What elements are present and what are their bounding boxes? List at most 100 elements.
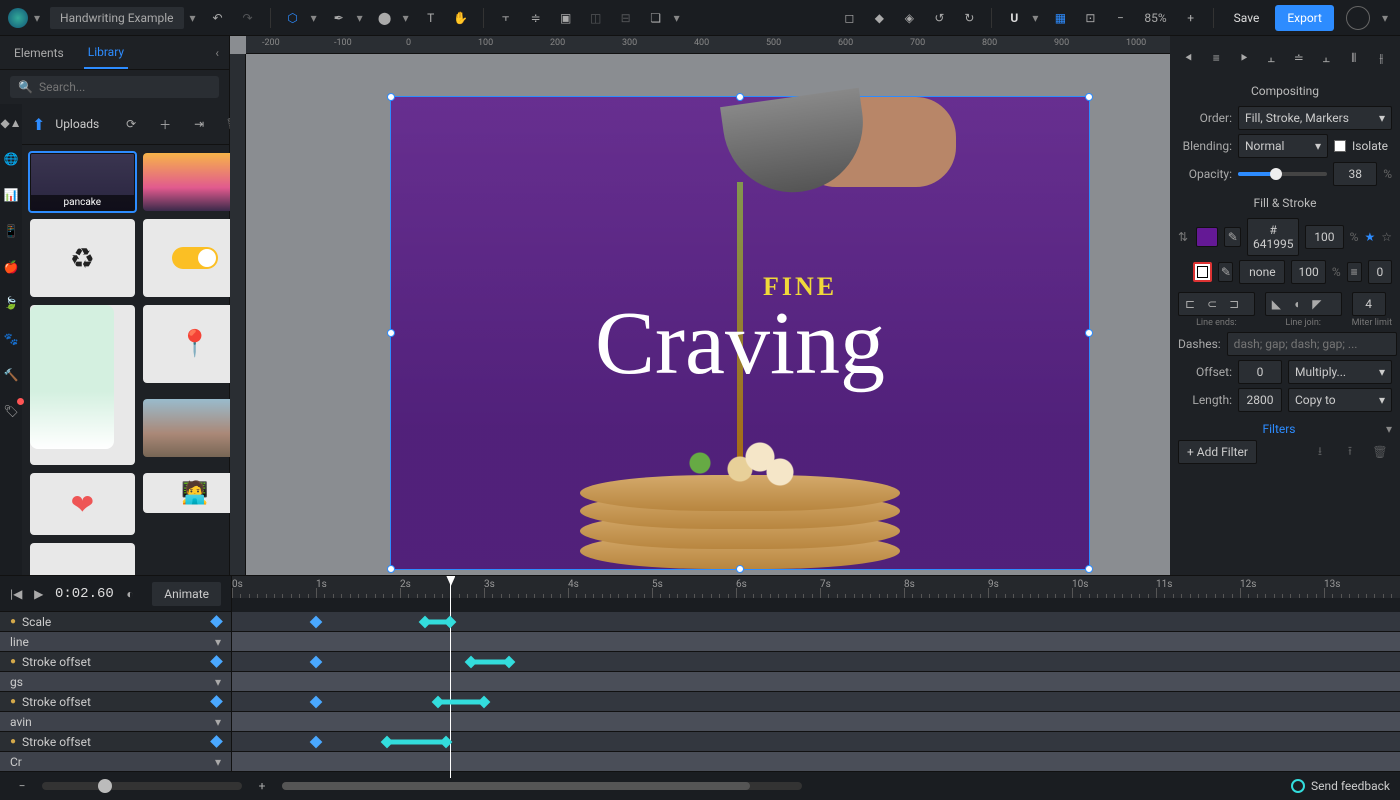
length-value[interactable]: 2800 bbox=[1238, 388, 1282, 412]
flip-h-icon[interactable]: ◆ bbox=[867, 6, 891, 30]
line-ends-group[interactable]: ⊏⊂⊐ bbox=[1178, 292, 1255, 316]
fill-picker-icon[interactable]: ✎ bbox=[1224, 227, 1241, 247]
dist-h-icon[interactable]: ⫴ bbox=[1343, 46, 1365, 70]
track-lane[interactable] bbox=[232, 692, 1400, 711]
track-label[interactable]: ●Stroke offset bbox=[0, 652, 232, 671]
zoom-out[interactable]: − bbox=[1108, 6, 1132, 30]
track-lane[interactable] bbox=[232, 652, 1400, 671]
handle-bl[interactable] bbox=[387, 565, 395, 573]
handle-r[interactable] bbox=[1085, 329, 1093, 337]
align-m2-icon[interactable]: ≐ bbox=[1288, 46, 1310, 70]
track-label[interactable]: gs▾ bbox=[0, 672, 232, 691]
order-select[interactable]: Fill, Stroke, Markers▾ bbox=[1238, 106, 1392, 130]
handle-tr[interactable] bbox=[1085, 93, 1093, 101]
pen-tool[interactable]: ✒ bbox=[327, 6, 351, 30]
add-icon[interactable]: ＋ bbox=[153, 112, 177, 136]
canvas-toggle[interactable]: ⊡ bbox=[1078, 6, 1102, 30]
loop-icon[interactable]: ◐ bbox=[124, 582, 136, 606]
export-button[interactable]: Export bbox=[1275, 5, 1334, 31]
collapse-left-icon[interactable]: ‹ bbox=[215, 46, 219, 60]
hzoom-in[interactable]: + bbox=[250, 774, 274, 798]
handle-tl[interactable] bbox=[387, 93, 395, 101]
crop-icon[interactable]: ◻ bbox=[837, 6, 861, 30]
unfav-icon[interactable]: ☆ bbox=[1381, 230, 1392, 244]
track-label[interactable]: ●Scale bbox=[0, 612, 232, 631]
stroke-value[interactable]: none bbox=[1239, 260, 1285, 284]
align-b2-icon[interactable]: ⫠ bbox=[1316, 46, 1338, 70]
track-lane[interactable] bbox=[232, 632, 1400, 651]
logo-menu-chevron[interactable]: ▾ bbox=[34, 11, 40, 25]
filename-input[interactable]: Handwriting Example bbox=[50, 7, 184, 29]
align-top[interactable]: ⫟ bbox=[494, 6, 518, 30]
stroke-pct[interactable]: 100 bbox=[1291, 260, 1325, 284]
length-mode[interactable]: Copy to▾ bbox=[1288, 388, 1392, 412]
search-input[interactable] bbox=[39, 80, 211, 94]
filter-down-icon[interactable]: ⭳ bbox=[1308, 440, 1332, 464]
cat-devices-icon[interactable]: 📱 bbox=[0, 220, 22, 242]
handle-br[interactable] bbox=[1085, 565, 1093, 573]
play-button[interactable]: ▶ bbox=[32, 582, 44, 606]
track-lane[interactable] bbox=[232, 732, 1400, 751]
keyframe-toggle[interactable] bbox=[210, 735, 223, 748]
upload-icon[interactable]: ⬆ bbox=[32, 115, 45, 134]
favorite-fill-icon[interactable]: ★ bbox=[1364, 230, 1375, 244]
text-tool[interactable]: T bbox=[419, 6, 443, 30]
zoom-level[interactable]: 85% bbox=[1144, 11, 1166, 25]
zoom-in[interactable]: + bbox=[1179, 6, 1203, 30]
cat-shapes-icon[interactable]: ◆▲ bbox=[0, 112, 22, 134]
app-logo[interactable] bbox=[8, 8, 28, 28]
track-label[interactable]: ●Stroke offset bbox=[0, 732, 232, 751]
dashes-input[interactable] bbox=[1227, 332, 1397, 356]
fill-pct[interactable]: 100 bbox=[1305, 225, 1344, 249]
library-search[interactable]: 🔍 bbox=[10, 76, 219, 98]
miter-limit[interactable]: 4 bbox=[1352, 292, 1386, 316]
arrange-button[interactable]: ❏ bbox=[644, 6, 668, 30]
tab-library[interactable]: Library bbox=[84, 37, 128, 69]
shape-tool[interactable]: ⬤ bbox=[373, 6, 397, 30]
user-avatar[interactable] bbox=[1346, 6, 1370, 30]
track-label[interactable]: Cr▾ bbox=[0, 752, 232, 771]
track-lane[interactable] bbox=[232, 612, 1400, 631]
send-feedback[interactable]: Send feedback bbox=[1291, 779, 1390, 793]
track-label[interactable]: avin▾ bbox=[0, 712, 232, 731]
rotate-ccw-icon[interactable]: ↺ bbox=[927, 6, 951, 30]
keyframe-toggle[interactable] bbox=[210, 655, 223, 668]
align-c-icon[interactable]: ≡ bbox=[1206, 46, 1228, 70]
cat-animal-icon[interactable]: 🐾 bbox=[0, 328, 22, 350]
swap-icon[interactable]: ⇅ bbox=[1178, 230, 1188, 244]
timeline-scrollbar[interactable] bbox=[282, 782, 802, 790]
rotate-cw-icon[interactable]: ↻ bbox=[957, 6, 981, 30]
track-label[interactable]: line▾ bbox=[0, 632, 232, 651]
import-icon[interactable]: ⇥ bbox=[187, 112, 211, 136]
distribute-v[interactable]: ⊟ bbox=[614, 6, 638, 30]
snap-icon[interactable]: U bbox=[1002, 6, 1026, 30]
handle-b[interactable] bbox=[736, 565, 744, 573]
thumb-heart[interactable]: ❤ bbox=[30, 473, 135, 535]
track-lane[interactable] bbox=[232, 752, 1400, 771]
thumb-blank[interactable] bbox=[30, 543, 135, 575]
canvas-selection[interactable]: FINE Craving bbox=[390, 96, 1090, 570]
align-r-icon[interactable]: ⯈ bbox=[1233, 46, 1255, 70]
thumb-pancake[interactable]: pancake bbox=[30, 153, 135, 211]
text-craving[interactable]: Craving bbox=[595, 292, 885, 395]
hand-tool[interactable]: ✋ bbox=[449, 6, 473, 30]
stroke-swatch[interactable] bbox=[1193, 262, 1213, 282]
save-button[interactable]: Save bbox=[1224, 7, 1270, 29]
hzoom-slider[interactable] bbox=[42, 782, 242, 790]
animate-button[interactable]: Animate bbox=[152, 582, 221, 606]
track-lane[interactable] bbox=[232, 672, 1400, 691]
isolate-checkbox[interactable] bbox=[1334, 140, 1346, 152]
cat-nature-icon[interactable]: 🍃 bbox=[0, 292, 22, 314]
track-label[interactable]: ●Stroke offset bbox=[0, 692, 232, 711]
node-tool[interactable]: ⬡ bbox=[281, 6, 305, 30]
offset-value[interactable]: 0 bbox=[1238, 360, 1282, 384]
hzoom-out[interactable]: − bbox=[10, 774, 34, 798]
distribute-h[interactable]: ◫ bbox=[584, 6, 608, 30]
add-filter-button[interactable]: + Add Filter bbox=[1178, 440, 1257, 464]
filters-title[interactable]: Filters bbox=[1178, 422, 1380, 436]
opacity-value[interactable]: 38 bbox=[1333, 162, 1377, 186]
thumb-recycle[interactable]: ♻ bbox=[30, 219, 135, 297]
rewind-button[interactable]: |◀ bbox=[10, 582, 22, 606]
keyframe-toggle[interactable] bbox=[210, 695, 223, 708]
cat-tags-icon[interactable]: 🏷 bbox=[0, 400, 22, 422]
